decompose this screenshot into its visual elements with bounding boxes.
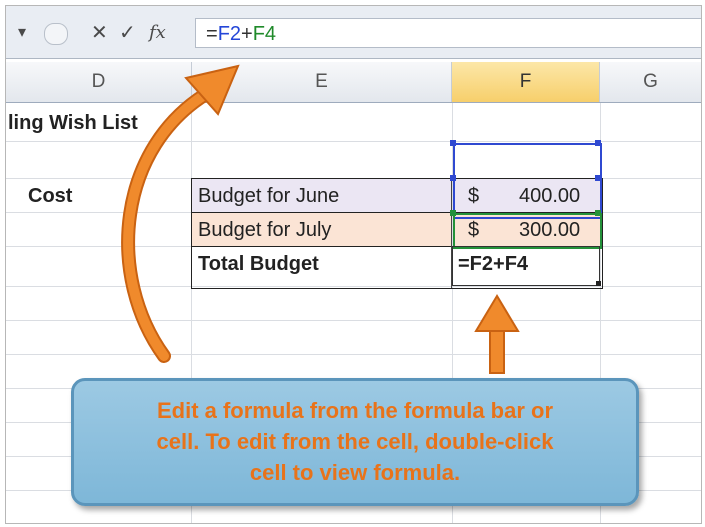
enter-icon[interactable]: ✓ [119, 22, 136, 44]
callout-line: Edit a formula from the formula bar or [156, 398, 554, 423]
worksheet-grid[interactable]: ling Wish List Cost Budget for June Budg… [6, 103, 701, 523]
formula-plus: + [241, 23, 253, 45]
cell-d-cost[interactable]: Cost [28, 180, 72, 212]
fill-handle[interactable] [596, 281, 601, 286]
cancel-icon[interactable]: ✕ [91, 22, 108, 44]
name-box-dropdown-icon[interactable]: ▾ [18, 22, 26, 44]
blue-range-handle[interactable] [595, 140, 601, 146]
formula-ref-f4: F4 [252, 23, 277, 45]
green-range-handle[interactable] [595, 210, 601, 216]
formula-equals: = [206, 23, 218, 45]
formula-bar-controls: ▾ ✕ ✓ fx [6, 20, 191, 46]
active-cell-border [452, 246, 600, 286]
blue-range-handle[interactable] [595, 175, 601, 181]
reference-range-green [453, 213, 602, 249]
callout-line: cell. To edit from the cell, double-clic… [156, 429, 554, 454]
formula-bar: ▾ ✕ ✓ fx =F2+F4 [6, 6, 701, 59]
gridline [6, 320, 701, 321]
green-range-handle[interactable] [450, 210, 456, 216]
gridline [6, 354, 701, 355]
insert-function-icon[interactable]: fx [149, 22, 166, 44]
cell-e-july[interactable]: Budget for July [198, 214, 331, 246]
callout-line: cell to view formula. [249, 460, 461, 485]
cell-e-total[interactable]: Total Budget [198, 248, 319, 280]
formula-input[interactable]: =F2+F4 [195, 18, 701, 48]
callout-text: Edit a formula from the formula bar or c… [94, 395, 616, 488]
column-header-f[interactable]: F [452, 62, 600, 102]
excel-window: ▾ ✕ ✓ fx =F2+F4 D E F G ling Wish List C… [5, 5, 702, 524]
reference-range-blue [453, 143, 602, 219]
column-header-g[interactable]: G [600, 62, 701, 102]
column-header-d[interactable]: D [6, 62, 192, 102]
formula-ref-f2: F2 [217, 23, 242, 45]
cell-d1-title[interactable]: ling Wish List [8, 107, 138, 139]
blue-range-handle[interactable] [450, 175, 456, 181]
column-header-e[interactable]: E [192, 62, 452, 102]
blue-range-handle[interactable] [450, 140, 456, 146]
column-header-row: D E F G [6, 62, 701, 103]
scroll-knob-icon [44, 23, 68, 45]
cell-e-june[interactable]: Budget for June [198, 180, 339, 212]
instruction-callout: Edit a formula from the formula bar or c… [71, 378, 639, 506]
